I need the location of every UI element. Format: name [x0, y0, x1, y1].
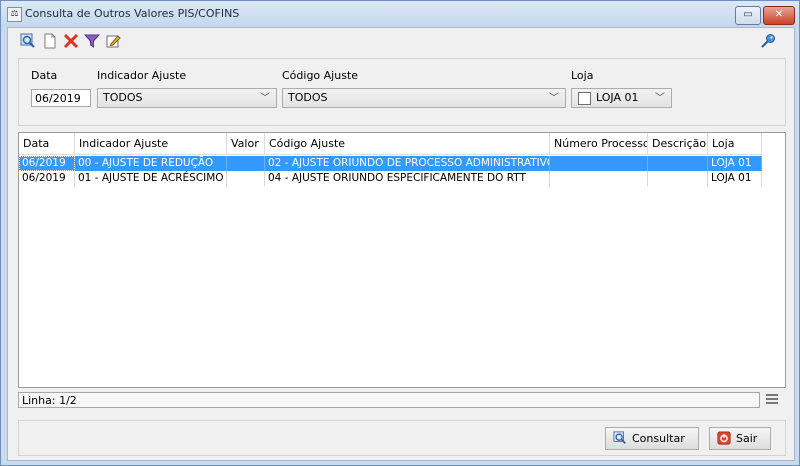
chevron-down-icon: ﹀ — [549, 93, 559, 104]
loja-select[interactable]: LOJA 01 ﹀ — [571, 88, 672, 108]
table-row[interactable]: 06/2019 00 - AJUSTE DE REDUÇÃO 02 - AJUS… — [19, 156, 762, 171]
cell-loja: LOJA 01 — [708, 171, 762, 186]
filter-panel: Data 06/2019 Indicador Ajuste TODOS ﹀ Có… — [18, 58, 786, 126]
column-header-data[interactable]: Data — [19, 133, 75, 155]
cell-numero-processo — [550, 156, 648, 171]
cell-valor — [227, 171, 265, 186]
window-title: Consulta de Outros Valores PIS/COFINS — [25, 7, 240, 20]
column-header-codigo[interactable]: Código Ajuste — [265, 133, 550, 155]
key-icon[interactable] — [760, 33, 776, 49]
cell-indicador: 01 - AJUSTE DE ACRÉSCIMO — [75, 171, 227, 186]
consultar-label: Consultar — [632, 432, 685, 445]
indicador-select[interactable]: TODOS ﹀ — [97, 88, 277, 108]
cell-indicador: 00 - AJUSTE DE REDUÇÃO — [75, 156, 227, 171]
hamburger-menu-icon[interactable] — [766, 394, 778, 406]
column-header-indicador[interactable]: Indicador Ajuste — [75, 133, 227, 155]
sair-label: Sair — [736, 432, 758, 445]
cell-loja: LOJA 01 — [708, 156, 762, 171]
loja-select-value: LOJA 01 — [596, 91, 639, 104]
search-icon — [613, 431, 627, 445]
title-bar[interactable]: ⚖ Consulta de Outros Valores PIS/COFINS … — [1, 1, 799, 27]
exit-icon — [717, 431, 731, 445]
indicador-select-value: TODOS — [103, 91, 143, 104]
app-icon: ⚖ — [7, 7, 22, 22]
loja-checkbox[interactable] — [578, 92, 591, 105]
column-header-loja[interactable]: Loja — [708, 133, 762, 155]
results-table: Data Indicador Ajuste Valor Código Ajust… — [18, 132, 786, 388]
column-header-numero-processo[interactable]: Número Processo — [550, 133, 648, 155]
codigo-select-value: TODOS — [288, 91, 328, 104]
chevron-down-icon: ﹀ — [260, 93, 270, 104]
indicador-label: Indicador Ajuste — [97, 69, 187, 82]
consultar-button[interactable]: Consultar — [605, 427, 699, 450]
cell-data: 06/2019 — [19, 171, 75, 186]
cell-descricao — [648, 171, 708, 186]
codigo-label: Código Ajuste — [282, 69, 359, 82]
new-document-icon[interactable] — [42, 33, 58, 49]
loja-label: Loja — [571, 69, 594, 82]
edit-icon[interactable] — [105, 33, 121, 49]
cell-descricao — [648, 156, 708, 171]
cell-codigo: 04 - AJUSTE ORIUNDO ESPECIFICAMENTE DO R… — [265, 171, 550, 186]
action-panel: Consultar Sair — [18, 420, 786, 456]
restore-button[interactable]: ▭ — [735, 6, 761, 25]
column-header-descricao[interactable]: Descrição — [648, 133, 708, 155]
close-button[interactable]: ✕ — [763, 6, 795, 25]
delete-icon[interactable] — [63, 33, 79, 49]
app-window: ⚖ Consulta de Outros Valores PIS/COFINS … — [0, 0, 800, 466]
filter-icon[interactable] — [83, 33, 101, 49]
toolbar — [8, 28, 794, 54]
sair-button[interactable]: Sair — [709, 427, 771, 450]
table-row[interactable]: 06/2019 01 - AJUSTE DE ACRÉSCIMO 04 - AJ… — [19, 171, 762, 186]
cell-valor — [227, 156, 265, 171]
table-header: Data Indicador Ajuste Valor Código Ajust… — [19, 133, 785, 155]
data-label: Data — [31, 69, 58, 82]
cell-numero-processo — [550, 171, 648, 186]
column-header-valor[interactable]: Valor — [227, 133, 265, 155]
chevron-down-icon: ﹀ — [655, 93, 665, 104]
cell-data: 06/2019 — [19, 156, 75, 171]
codigo-select[interactable]: TODOS ﹀ — [282, 88, 566, 108]
data-field[interactable]: 06/2019 — [31, 89, 91, 107]
cell-codigo: 02 - AJUSTE ORIUNDO DE PROCESSO ADMINIST… — [265, 156, 550, 171]
row-count-status: Linha: 1/2 — [18, 392, 760, 408]
client-area: Data 06/2019 Indicador Ajuste TODOS ﹀ Có… — [7, 27, 795, 461]
search-icon[interactable] — [20, 33, 36, 49]
